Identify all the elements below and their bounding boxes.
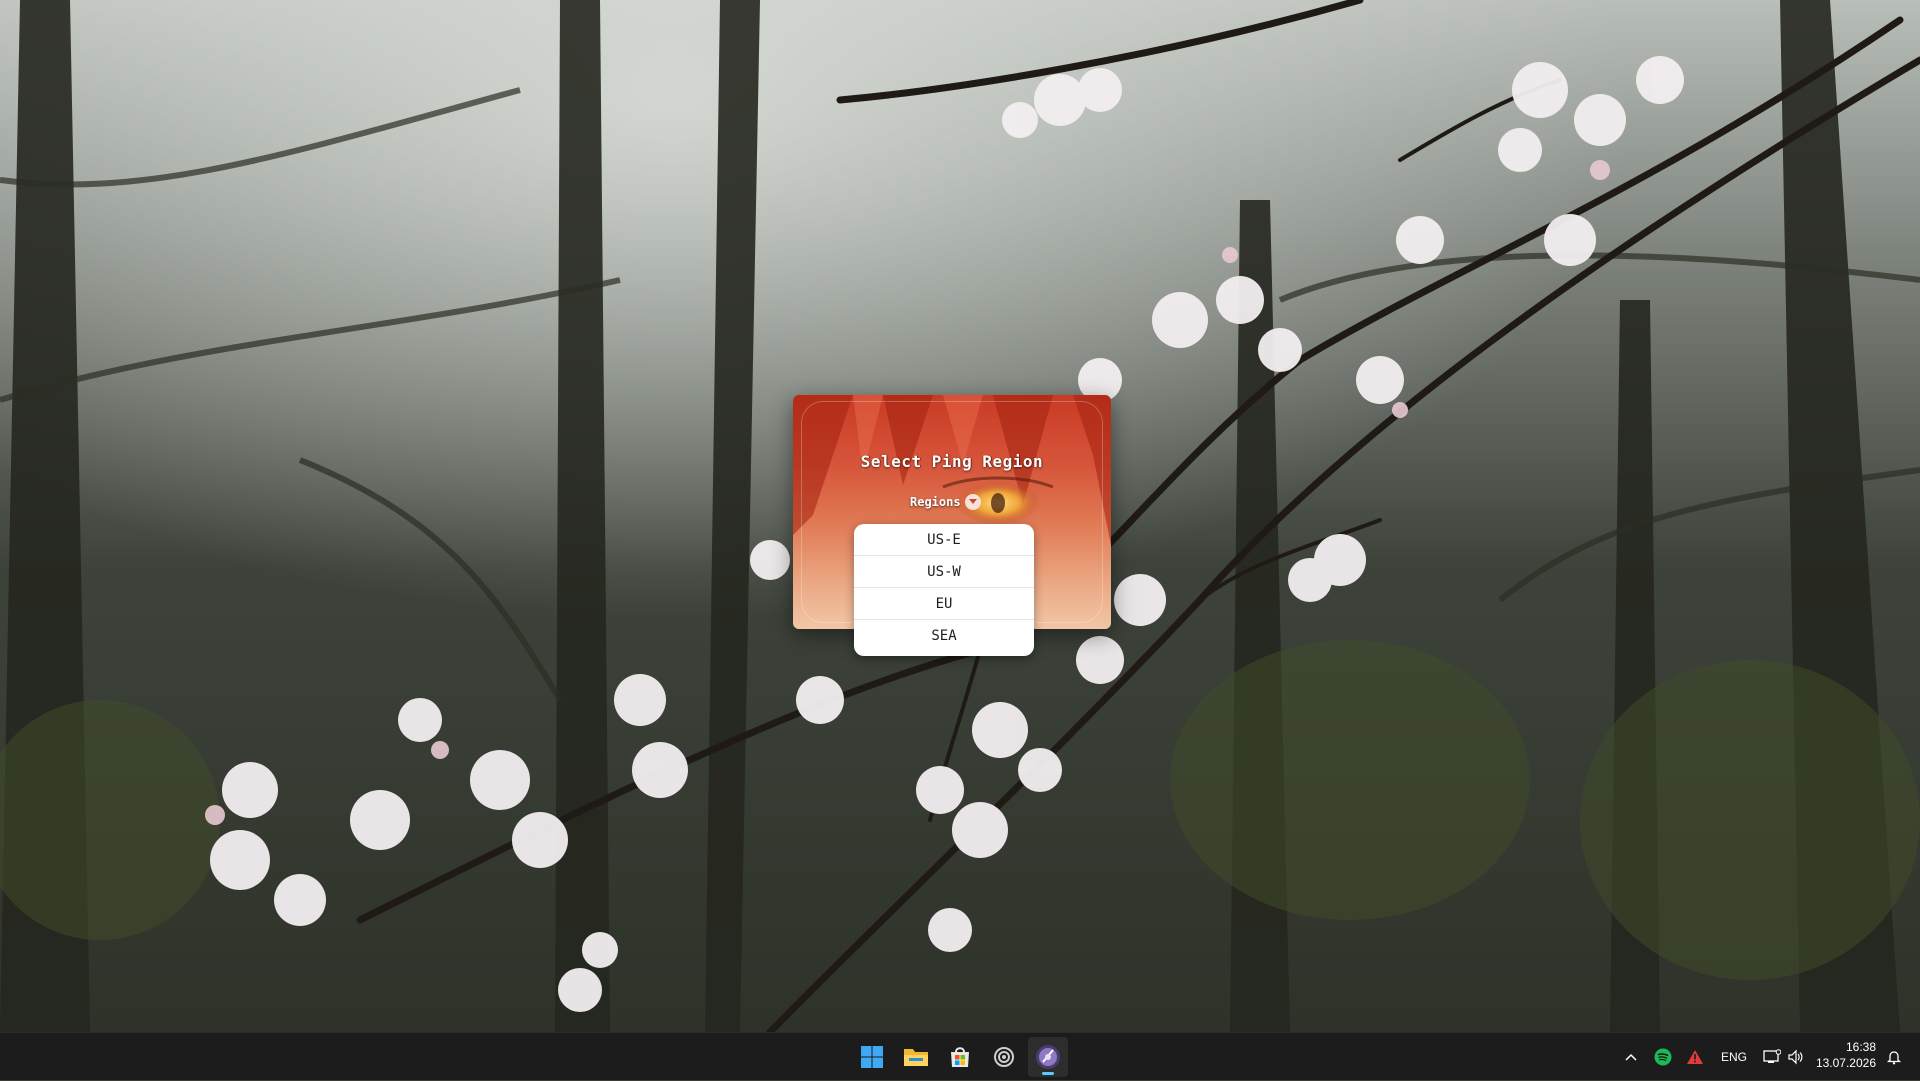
windows-icon: [861, 1046, 883, 1068]
clock-time: 16:38: [1845, 1040, 1876, 1054]
regions-label: Regions: [910, 495, 961, 509]
region-option-us-e[interactable]: US-E: [854, 524, 1034, 556]
spotify-icon: [1654, 1048, 1672, 1066]
file-explorer-button[interactable]: [896, 1037, 936, 1077]
settings-button[interactable]: [984, 1037, 1024, 1077]
region-option-us-w[interactable]: US-W: [854, 556, 1034, 588]
show-hidden-icons-button[interactable]: [1620, 1033, 1642, 1081]
store-icon: [951, 1047, 969, 1067]
notifications-button[interactable]: [1882, 1033, 1906, 1081]
warning-tray-button[interactable]: [1684, 1033, 1706, 1081]
region-option-sea[interactable]: SEA: [854, 620, 1034, 651]
chevron-up-icon: [1625, 1053, 1637, 1061]
network-volume-button[interactable]: [1758, 1033, 1808, 1081]
start-button[interactable]: [852, 1037, 892, 1077]
notification-bell-icon: [1886, 1051, 1902, 1065]
warning-icon: [1687, 1050, 1703, 1064]
spotify-tray-button[interactable]: [1652, 1033, 1674, 1081]
window-title: Select Ping Region: [860, 452, 1044, 471]
region-dropdown-menu: US-E US-W EU SEA: [854, 524, 1034, 656]
app-icon: [1036, 1045, 1060, 1069]
ping-app-taskbar-button[interactable]: [1028, 1037, 1068, 1077]
language-indicator[interactable]: ENG: [1716, 1033, 1752, 1081]
chevron-down-icon: [964, 494, 981, 510]
active-app-indicator: [1042, 1072, 1054, 1075]
region-option-eu[interactable]: EU: [854, 588, 1034, 620]
clock-date: 13.07.2026: [1815, 1056, 1876, 1070]
network-icon: [1763, 1049, 1781, 1063]
regions-dropdown-toggle[interactable]: Regions: [910, 493, 981, 511]
folder-icon: [904, 1049, 928, 1066]
store-button[interactable]: [940, 1037, 980, 1077]
taskbar: ENG 16:38 13.07.2026: [0, 1032, 1920, 1080]
volume-icon: [1788, 1049, 1803, 1065]
gear-icon: [994, 1047, 1014, 1067]
clock[interactable]: 16:38 13.07.2026: [1804, 1039, 1876, 1075]
